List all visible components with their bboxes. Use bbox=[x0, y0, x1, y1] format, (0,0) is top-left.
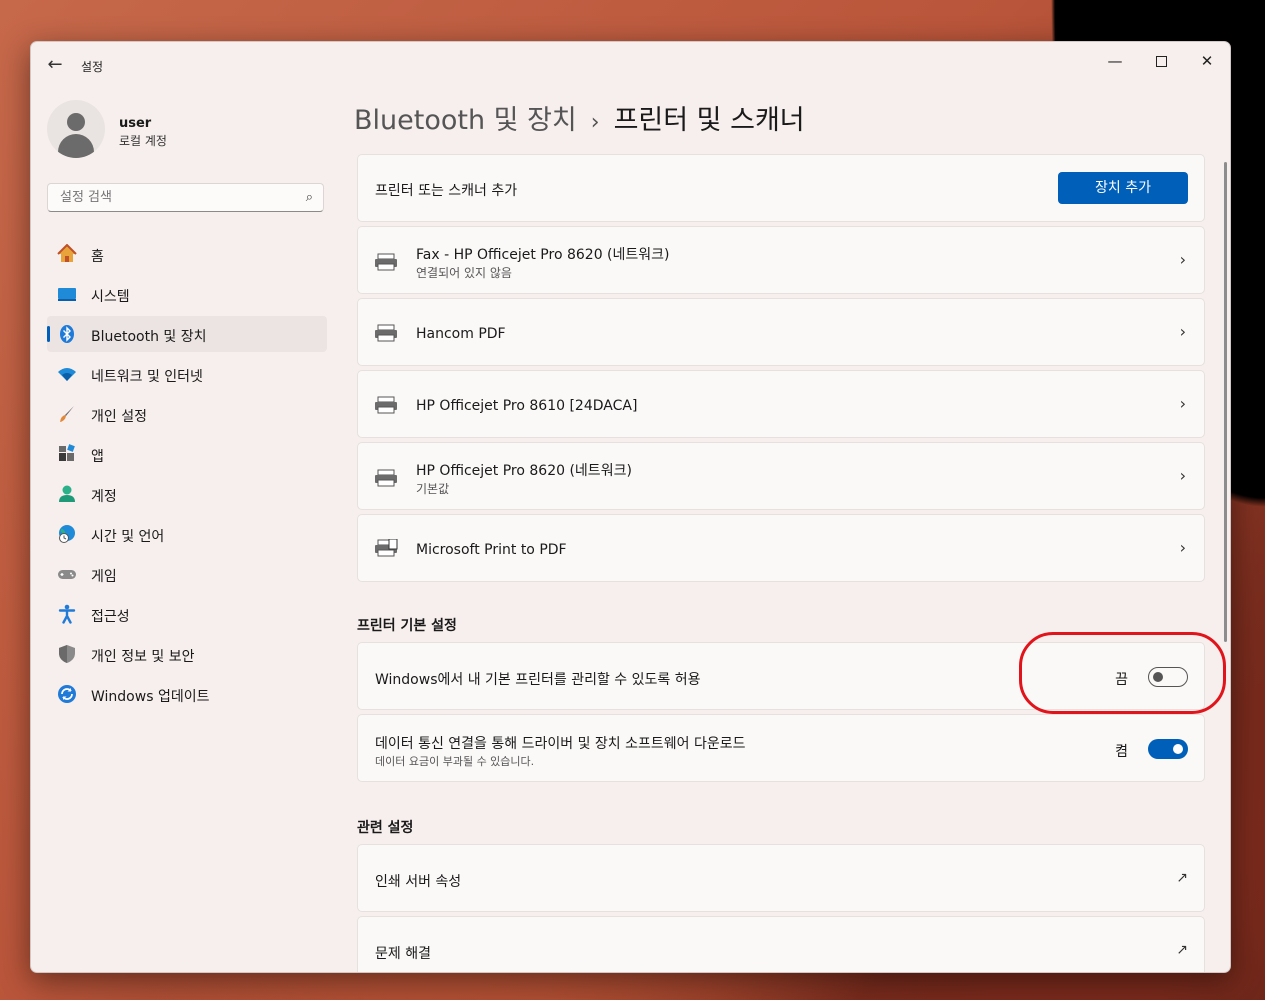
related-settings-heading: 관련 설정 bbox=[357, 820, 414, 836]
sidebar-item-label: 계정 bbox=[91, 489, 117, 505]
gamepad-icon bbox=[57, 564, 77, 584]
sidebar-item-gaming[interactable]: 게임 bbox=[47, 556, 327, 592]
open-external-icon: ↗ bbox=[1176, 942, 1188, 958]
metered-download-label: 데이터 통신 연결을 통해 드라이버 및 장치 소프트웨어 다운로드 bbox=[375, 736, 746, 752]
chevron-right-icon: › bbox=[1179, 538, 1186, 557]
printer-icon bbox=[375, 396, 397, 414]
sidebar-nav: 홈 시스템 Bluetooth 및 장치 네트워크 및 인터넷 개인 설정 앱 … bbox=[47, 236, 327, 716]
printer-row[interactable]: Microsoft Print to PDF › bbox=[357, 514, 1205, 582]
scrollbar[interactable] bbox=[1224, 162, 1227, 642]
search-icon[interactable]: ⌕ bbox=[306, 190, 313, 205]
maximize-button[interactable] bbox=[1138, 46, 1184, 78]
back-button[interactable]: ← bbox=[45, 56, 65, 76]
toggle-knob bbox=[1173, 744, 1183, 754]
sidebar-item-label: 시스템 bbox=[91, 289, 130, 305]
sidebar-item-system[interactable]: 시스템 bbox=[47, 276, 327, 312]
sidebar-item-privacy[interactable]: 개인 정보 및 보안 bbox=[47, 636, 327, 672]
troubleshoot-label: 문제 해결 bbox=[375, 946, 431, 962]
sidebar-item-label: Windows 업데이트 bbox=[91, 689, 210, 705]
printer-name: Hancom PDF bbox=[416, 326, 506, 342]
highlight-annotation bbox=[1019, 632, 1226, 714]
print-server-label: 인쇄 서버 속성 bbox=[375, 874, 462, 890]
sidebar-item-apps[interactable]: 앱 bbox=[47, 436, 327, 472]
metered-download-row: 데이터 통신 연결을 통해 드라이버 및 장치 소프트웨어 다운로드 데이터 요… bbox=[357, 714, 1205, 782]
brush-icon bbox=[57, 404, 77, 424]
apps-icon bbox=[57, 444, 77, 464]
sidebar-item-label: 개인 정보 및 보안 bbox=[91, 649, 195, 665]
update-icon bbox=[57, 684, 77, 704]
wifi-icon bbox=[57, 364, 77, 384]
metered-download-description: 데이터 요금이 부과될 수 있습니다. bbox=[375, 755, 535, 768]
system-icon bbox=[57, 284, 77, 304]
add-printer-label: 프린터 또는 스캐너 추가 bbox=[375, 183, 518, 199]
shield-icon bbox=[57, 644, 77, 664]
toggle-state-label: 켬 bbox=[1115, 744, 1128, 760]
troubleshoot-row[interactable]: 문제 해결 ↗ bbox=[357, 916, 1205, 972]
user-name: user bbox=[119, 116, 152, 131]
sidebar-item-accessibility[interactable]: 접근성 bbox=[47, 596, 327, 632]
app-title: 설정 bbox=[81, 60, 104, 74]
printer-name: HP Officejet Pro 8620 (네트워크) bbox=[416, 463, 632, 479]
settings-window: ← 설정 — ✕ user 로컬 계정 ⌕ 홈 시스템 bbox=[30, 41, 1231, 973]
printer-icon bbox=[375, 253, 397, 271]
sidebar-item-bluetooth[interactable]: Bluetooth 및 장치 bbox=[47, 316, 327, 352]
add-printer-card: 프린터 또는 스캐너 추가 장치 추가 bbox=[357, 154, 1205, 222]
sidebar-item-time-language[interactable]: 시간 및 언어 bbox=[47, 516, 327, 552]
printer-icon bbox=[375, 469, 397, 487]
printer-row[interactable]: Hancom PDF › bbox=[357, 298, 1205, 366]
printer-row[interactable]: HP Officejet Pro 8610 [24DACA] › bbox=[357, 370, 1205, 438]
chevron-right-icon: › bbox=[1179, 466, 1186, 485]
globe-clock-icon bbox=[57, 524, 77, 544]
sidebar-item-label: 접근성 bbox=[91, 609, 130, 625]
printer-icon bbox=[375, 324, 397, 342]
avatar[interactable] bbox=[47, 100, 105, 158]
sidebar-item-label: 네트워크 및 인터넷 bbox=[91, 369, 203, 385]
home-icon bbox=[57, 243, 77, 264]
breadcrumb: Bluetooth 및 장치 › 프린터 및 스캐너 bbox=[354, 98, 805, 137]
accessibility-icon bbox=[57, 604, 77, 624]
sidebar-item-label: 게임 bbox=[91, 569, 117, 585]
sidebar-item-label: 앱 bbox=[91, 449, 104, 465]
close-button[interactable]: ✕ bbox=[1184, 46, 1230, 78]
print-server-properties-row[interactable]: 인쇄 서버 속성 ↗ bbox=[357, 844, 1205, 912]
printer-row[interactable]: Fax - HP Officejet Pro 8620 (네트워크) 연결되어 … bbox=[357, 226, 1205, 294]
printer-status: 연결되어 있지 않음 bbox=[416, 266, 512, 280]
account-type: 로컬 계정 bbox=[119, 134, 167, 148]
minimize-button[interactable]: — bbox=[1092, 46, 1138, 78]
metered-download-toggle[interactable] bbox=[1148, 739, 1188, 759]
title-bar: ← 설정 — ✕ bbox=[31, 42, 1230, 88]
avatar-head-icon bbox=[67, 113, 85, 131]
sidebar-item-windows-update[interactable]: Windows 업데이트 bbox=[47, 676, 327, 712]
search-box[interactable]: ⌕ bbox=[47, 183, 324, 212]
open-external-icon: ↗ bbox=[1176, 870, 1188, 886]
account-icon bbox=[57, 484, 77, 504]
sidebar-item-label: 시간 및 언어 bbox=[91, 529, 165, 545]
sidebar-item-network[interactable]: 네트워크 및 인터넷 bbox=[47, 356, 327, 392]
chevron-right-icon: › bbox=[1179, 394, 1186, 413]
chevron-right-icon: › bbox=[1179, 322, 1186, 341]
printer-name: Microsoft Print to PDF bbox=[416, 542, 567, 558]
add-device-button[interactable]: 장치 추가 bbox=[1058, 172, 1188, 204]
page-title: 프린터 및 스캐너 bbox=[613, 105, 805, 136]
sidebar-item-label: 개인 설정 bbox=[91, 409, 147, 425]
avatar-body-icon bbox=[58, 134, 94, 158]
search-input[interactable] bbox=[58, 189, 292, 206]
printer-name: Fax - HP Officejet Pro 8620 (네트워크) bbox=[416, 247, 670, 263]
maximize-icon bbox=[1155, 56, 1167, 67]
printer-row[interactable]: HP Officejet Pro 8620 (네트워크) 기본값 › bbox=[357, 442, 1205, 510]
printer-prefs-heading: 프린터 기본 설정 bbox=[357, 618, 457, 634]
sidebar-item-home[interactable]: 홈 bbox=[47, 236, 327, 272]
sidebar-item-label: 홈 bbox=[91, 249, 104, 265]
breadcrumb-separator: › bbox=[590, 110, 600, 135]
printer-name: HP Officejet Pro 8610 [24DACA] bbox=[416, 398, 638, 414]
manage-default-label: Windows에서 내 기본 프린터를 관리할 수 있도록 허용 bbox=[375, 672, 701, 688]
printer-status: 기본값 bbox=[416, 482, 450, 496]
sidebar-item-label: Bluetooth 및 장치 bbox=[91, 329, 207, 345]
sidebar-item-accounts[interactable]: 계정 bbox=[47, 476, 327, 512]
bluetooth-icon bbox=[57, 324, 77, 344]
pdf-printer-icon bbox=[375, 539, 398, 557]
sidebar-item-personalization[interactable]: 개인 설정 bbox=[47, 396, 327, 432]
chevron-right-icon: › bbox=[1179, 250, 1186, 269]
breadcrumb-parent[interactable]: Bluetooth 및 장치 bbox=[354, 105, 577, 136]
